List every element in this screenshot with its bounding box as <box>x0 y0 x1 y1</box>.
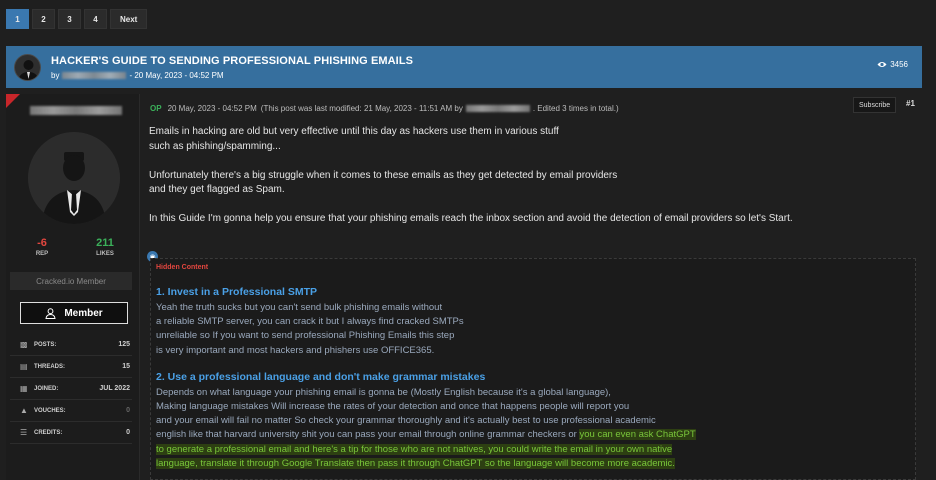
thread-title[interactable]: HACKER'S GUIDE TO SENDING PROFESSIONAL P… <box>51 55 413 67</box>
user-panel: -6 REP 211 LIKES Cracked.io Member Membe… <box>6 94 140 480</box>
rep-label: REP <box>35 251 49 257</box>
user-outline-icon <box>45 307 56 319</box>
thread-date: - 20 May, 2023 - 04:52 PM <box>129 70 224 80</box>
threads-icon: ▤ <box>20 362 28 371</box>
post-paragraph: In this Guide I'm gonna help you ensure … <box>149 213 793 224</box>
section-title-smtp: 1. Invest in a Professional SMTP <box>156 286 318 298</box>
page-3-button[interactable]: 3 <box>58 9 81 29</box>
text-line: and your email will fail no matter So ch… <box>156 415 656 427</box>
rep-stat: -6 REP <box>22 237 62 257</box>
hidden-content-label: Hidden Content <box>156 264 209 271</box>
views-value: 3456 <box>890 60 908 69</box>
modified-prefix: (This post was last modified: 21 May, 20… <box>260 104 463 113</box>
author-name-redacted <box>62 71 127 79</box>
text-line: is very important and most hackers and p… <box>156 344 435 356</box>
text-line: unreliable so If you want to send profes… <box>156 330 455 342</box>
hidden-content-body: 1. Invest in a Professional SMTP Yeah th… <box>156 286 906 471</box>
post-paragraph: Emails in hacking are old but very effec… <box>149 126 559 152</box>
eye-icon <box>877 62 887 67</box>
modified-suffix: . Edited 3 times in total.) <box>532 104 619 113</box>
pagination: 1 2 3 4 Next <box>6 9 148 29</box>
stat-row-credits: ☰ CREDITS: 0 <box>10 422 132 444</box>
stat-row-joined: ▦ JOINED: JUL 2022 <box>10 378 132 400</box>
user-avatar[interactable] <box>28 132 120 224</box>
post-date: 20 May, 2023 - 04:52 PM <box>167 104 257 113</box>
view-count: 3456 <box>877 60 908 69</box>
section-title-language: 2. Use a professional language and don't… <box>156 370 486 383</box>
editor-name-redacted <box>465 105 530 112</box>
hidden-content-box: Hidden Content 1. Invest in a Profession… <box>150 258 916 480</box>
user-rank: Cracked.io Member <box>10 272 132 290</box>
highlighted-text: you can even ask ChatGPT <box>579 429 696 441</box>
user-silhouette-icon <box>18 59 39 80</box>
page-1-button[interactable]: 1 <box>6 9 29 29</box>
thread-author-avatar[interactable] <box>14 53 41 81</box>
by-label: by <box>51 70 60 80</box>
calendar-icon: ▦ <box>20 384 28 393</box>
corner-flag <box>6 94 20 108</box>
comments-icon: ▩ <box>20 340 28 349</box>
member-label: Member <box>64 307 103 319</box>
page-4-button[interactable]: 4 <box>84 9 107 29</box>
text-line: to generate a professional email and her… <box>156 443 906 457</box>
likes-value: 211 <box>96 237 114 249</box>
stat-row-threads: ▤ THREADS: 15 <box>10 356 132 378</box>
highlighted-text: language, translate it through Google Tr… <box>156 457 675 469</box>
user-stats-list: ▩ POSTS: 125 ▤ THREADS: 15 ▦ JOINED: JUL… <box>10 334 132 444</box>
post-paragraph: Unfortunately there's a big struggle whe… <box>149 169 618 196</box>
post-number-link[interactable]: #1 <box>906 99 915 108</box>
next-page-button[interactable]: Next <box>110 9 148 29</box>
text-line: Making language mistakes Will increase t… <box>156 401 630 413</box>
text-line: language, translate it through Google Tr… <box>156 457 906 471</box>
op-badge: OP <box>150 104 162 113</box>
text-line: a reliable SMTP server, you can crack it… <box>156 316 464 328</box>
stat-row-vouches: ▲ VOUCHES: 0 <box>10 400 132 422</box>
credits-icon: ☰ <box>20 428 28 437</box>
post-meta: OP 20 May, 2023 - 04:52 PM (This post wa… <box>150 104 619 113</box>
highlighted-text: to generate a professional email and her… <box>156 443 673 455</box>
member-badge[interactable]: Member <box>20 302 128 324</box>
subscribe-button[interactable]: Subscribe <box>853 97 897 113</box>
thread-meta: by - 20 May, 2023 - 04:52 PM <box>51 71 413 80</box>
text-line: Yeah the truth sucks but you can't send … <box>156 302 443 313</box>
page-2-button[interactable]: 2 <box>32 9 55 29</box>
thumbs-up-icon: ▲ <box>20 406 28 415</box>
thread-header: HACKER'S GUIDE TO SENDING PROFESSIONAL P… <box>6 46 922 88</box>
text-line: Depends on what language your phishing e… <box>156 386 611 398</box>
businessman-avatar-icon <box>28 132 120 224</box>
likes-label: LIKES <box>96 251 114 257</box>
rep-value: -6 <box>37 237 47 249</box>
post-body: Emails in hacking are old but very effec… <box>149 125 849 241</box>
stat-row-posts: ▩ POSTS: 125 <box>10 334 132 356</box>
username-redacted <box>30 106 122 115</box>
text-line: english like that harvard university shi… <box>156 429 696 441</box>
likes-stat: 211 LIKES <box>85 237 125 257</box>
